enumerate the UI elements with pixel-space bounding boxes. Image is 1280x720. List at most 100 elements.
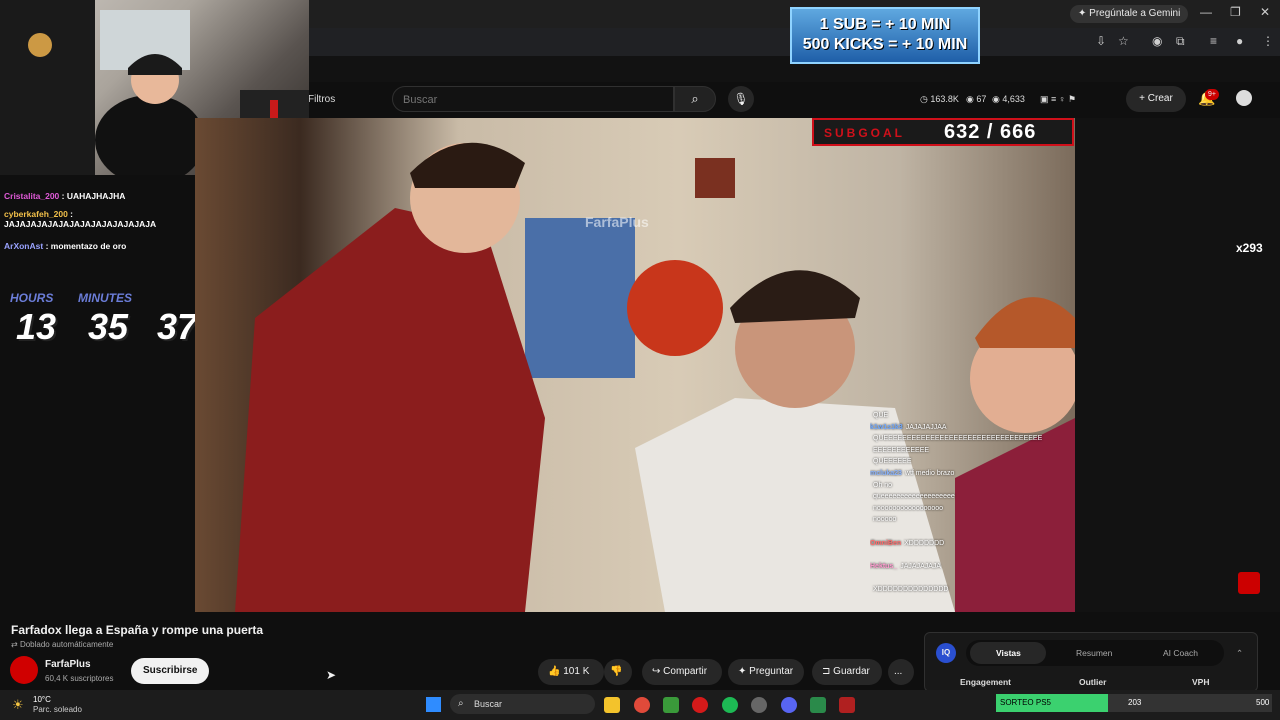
timer-minutes-label: MINUTES <box>78 291 132 305</box>
video-chat-message: nooooo <box>870 514 1075 526</box>
left-chat-message: cyberkafeh_200 : JAJAJAJAJAJAJAJAJAJAJAJA… <box>4 209 157 229</box>
video-title: Farfadox llega a España y rompe una puer… <box>11 623 264 637</box>
thumbs-up-icon: 👍 <box>548 666 564 677</box>
subscribe-button[interactable]: Suscribirse <box>131 658 210 684</box>
subgoal-widget: SUBGOAL 632 / 666 <box>812 118 1074 146</box>
video-chat-message: QUE <box>870 410 1075 422</box>
video-chat-message: OmniBen XDDDDDDD <box>870 538 1075 550</box>
notifications-badge: 9+ <box>1205 89 1219 100</box>
chat-user: OmniBen <box>870 539 902 547</box>
gemini-label: Pregúntale a Gemini <box>1089 8 1181 19</box>
opera-icon[interactable] <box>692 697 708 713</box>
file-explorer-icon[interactable] <box>604 697 620 713</box>
chat-text: nooooooooooooooooo <box>873 504 944 512</box>
discord-icon[interactable] <box>781 697 797 713</box>
dub-text: Doblado automáticamente <box>19 640 114 649</box>
video-chat-message: QUEEEEEE <box>870 456 1075 468</box>
taskbar-search-label: Buscar <box>474 699 503 709</box>
voicemeeter-icon[interactable] <box>839 697 855 713</box>
more-button[interactable]: ... <box>888 659 914 685</box>
chat-text: JAJAJAJJAA <box>905 423 947 431</box>
install-icon[interactable]: ⇩ <box>1096 34 1106 48</box>
chat-text: Oh no <box>873 481 893 489</box>
weather-temperature: 10°C <box>33 695 51 704</box>
windows-start-icon[interactable] <box>426 697 441 712</box>
tab-vistas[interactable]: Vistas <box>996 648 1021 658</box>
views-stat: ◷ 163.8K <box>920 94 959 104</box>
ask-button[interactable]: ✦ Preguntar <box>728 659 804 685</box>
maximize-icon[interactable]: ❐ <box>1230 5 1241 19</box>
chat-text: UAHAJHAJHA <box>66 191 126 201</box>
stream-chat-overlay: QUE k1w1s1k3 JAJAJAJJAA QUEEEEEEEEEEEEEEEEE… <box>870 410 1075 596</box>
giveaway-goal: 500 <box>1256 698 1270 707</box>
spotify-icon[interactable] <box>722 697 738 713</box>
column-outlier: Outlier <box>1079 677 1107 687</box>
mascot-icon <box>1238 572 1260 594</box>
chrome-icon[interactable] <box>634 697 650 713</box>
sub-rule-line: 1 SUB = + 10 MIN <box>819 16 951 33</box>
chevron-up-icon[interactable]: ⌃ <box>1236 648 1243 659</box>
dub-label: ⇄ Doblado automáticamente <box>11 640 113 649</box>
toolbar-icons[interactable]: ▣ ≡ ♀ ⚑ <box>1040 94 1076 105</box>
save-button[interactable]: ⊐ Guardar <box>812 659 882 685</box>
column-engagement: Engagement <box>960 677 1012 687</box>
weather-icon: ☀ <box>12 697 24 712</box>
video-chat-message <box>870 572 1075 584</box>
voice-search-button[interactable]: 🎙 <box>728 86 754 112</box>
mouse-cursor-icon: ➤ <box>326 668 337 682</box>
search-input[interactable] <box>401 87 665 113</box>
tab-resumen[interactable]: Resumen <box>1076 648 1112 658</box>
video-watermark: FarfaPlus <box>585 214 649 230</box>
profile-icon[interactable]: ● <box>1236 34 1243 48</box>
chat-text: wtf medio brazo <box>904 469 955 477</box>
minimize-icon[interactable]: — <box>1200 5 1212 19</box>
kick-rule-line: 500 KICKS = + 10 MIN <box>802 36 968 53</box>
puzzle-icon[interactable]: ⧉ <box>1176 34 1185 49</box>
taskbar-search[interactable] <box>450 694 595 714</box>
plus-icon: + <box>1139 93 1148 104</box>
share-button[interactable]: ↪ Compartir <box>642 659 722 685</box>
star-icon[interactable]: ☆ <box>1118 34 1129 48</box>
bookmark-icon: ⊐ <box>822 666 834 677</box>
channel-name[interactable]: FarfaPlus <box>45 659 91 670</box>
close-icon[interactable]: ✕ <box>1260 5 1270 19</box>
extension-icon[interactable]: ◉ <box>1152 34 1162 48</box>
menu-icon[interactable]: ⋮ <box>1262 34 1274 48</box>
column-vph: VPH <box>1192 677 1210 687</box>
like-button[interactable]: 👍 101 K <box>538 659 604 685</box>
video-chat-message: nooooooooooooooooo <box>870 503 1075 515</box>
chat-text: QUEEEEEEEEEEEEEEEEEEEEEEEEEEEEEEEEEE <box>873 435 1043 443</box>
subgoal-label: SUBGOAL <box>824 126 905 140</box>
dislike-button[interactable]: 👎 <box>604 659 632 685</box>
video-chat-message: k1w1s1k3 JAJAJAJJAA <box>870 422 1075 434</box>
right-sidebar <box>1075 118 1280 612</box>
timer-hours: 13 <box>16 306 57 347</box>
filters-button[interactable]: Filtros <box>308 94 335 105</box>
minecraft-icon[interactable] <box>663 697 679 713</box>
chat-user: Cristalita_200 <box>4 191 60 201</box>
chat-text: momentazo de oro <box>50 241 127 251</box>
account-avatar[interactable] <box>1236 90 1252 106</box>
search-button[interactable]: ⌕ <box>674 86 716 112</box>
gemini-button[interactable]: ✦ Pregúntale a Gemini <box>1070 5 1189 23</box>
channel-avatar[interactable] <box>10 656 38 684</box>
likes-stat-value: 4,633 <box>1002 94 1025 104</box>
translate-icon: ⇄ <box>11 640 20 649</box>
comments-value: 67 <box>976 94 987 104</box>
search-icon: ⌕ <box>691 91 699 106</box>
ask-label: Preguntar <box>749 666 794 677</box>
sparkle-icon: ✦ <box>1078 8 1090 19</box>
iq-badge[interactable]: IQ <box>936 643 956 663</box>
media-icon[interactable]: ≡ <box>1210 34 1217 48</box>
create-button[interactable]: + Crear <box>1126 86 1186 112</box>
video-chat-message: QUEEEEEEEEEEEEEEEEEEEEEEEEEEEEEEEEEE <box>870 433 1075 445</box>
save-label: Guardar <box>833 666 870 677</box>
likes-stat: ◉ 4,633 <box>992 94 1025 104</box>
kick-counter: x293 <box>1236 241 1263 255</box>
subgoal-value: 632 / 666 <box>944 121 1037 143</box>
tab-ai-coach[interactable]: AI Coach <box>1163 648 1198 658</box>
giveaway-label: SORTEO PS5 <box>1000 698 1051 707</box>
streaming-app-icon[interactable] <box>810 697 826 713</box>
app-icon[interactable] <box>751 697 767 713</box>
chat-user: cyberkafeh_200 <box>4 209 68 219</box>
